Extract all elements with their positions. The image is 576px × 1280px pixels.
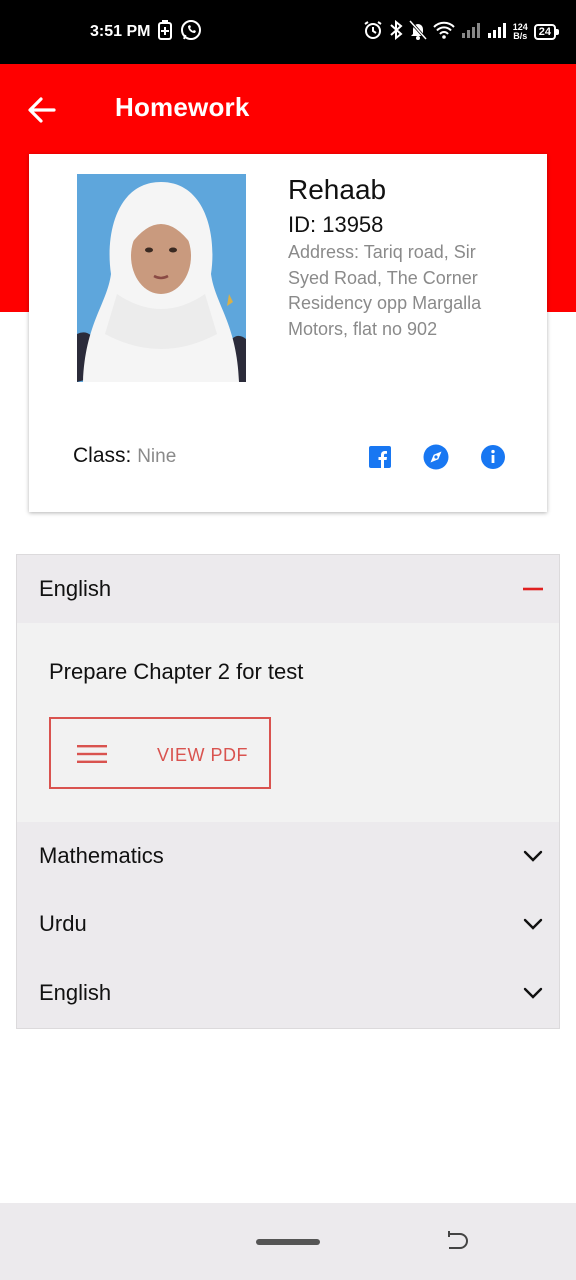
back-button[interactable] — [22, 90, 62, 130]
status-time: 3:51 PM — [90, 23, 151, 40]
wifi-icon — [433, 21, 455, 44]
subject-title: Mathematics — [39, 843, 164, 868]
signal-icon — [461, 21, 481, 44]
accordion-header-english[interactable]: English — [17, 555, 559, 623]
mute-icon — [408, 19, 427, 45]
accordion-header-mathematics[interactable]: Mathematics — [17, 822, 559, 890]
accordion-body-english: Prepare Chapter 2 for test VIEW PDF — [17, 623, 559, 822]
homework-screen: 3:51 PM 124 B/s 24 Homework Rehaab ID: 1… — [0, 0, 576, 1280]
student-id: ID: 13958 — [288, 212, 384, 237]
back-icon[interactable] — [443, 1229, 471, 1257]
netspeed-unit: B/s — [513, 31, 528, 41]
minus-icon[interactable] — [521, 577, 545, 601]
view-pdf-label: VIEW PDF — [157, 745, 249, 765]
class-value: Nine — [137, 446, 177, 467]
view-pdf-button[interactable]: VIEW PDF — [49, 717, 271, 789]
chevron-down-icon[interactable] — [521, 912, 545, 936]
accordion-header-english-2[interactable]: English — [17, 959, 559, 1027]
homework-text: Prepare Chapter 2 for test — [49, 659, 304, 684]
arrow-left-icon — [28, 97, 56, 123]
whatsapp-icon — [180, 19, 202, 46]
info-icon[interactable] — [480, 444, 506, 470]
accordion-header-urdu[interactable]: Urdu — [17, 890, 559, 958]
bluetooth-icon — [389, 19, 403, 45]
subject-title: English — [39, 576, 112, 601]
subject-title: English — [39, 980, 112, 1005]
facebook-icon[interactable] — [367, 444, 393, 470]
network-speed: 124 B/s — [513, 23, 528, 41]
system-nav-bar — [0, 1203, 576, 1280]
profile-actions — [367, 443, 506, 471]
subject-title: Urdu — [39, 911, 87, 936]
chevron-down-icon[interactable] — [521, 844, 545, 868]
status-left: 3:51 PM — [90, 19, 202, 46]
student-photo — [77, 174, 246, 382]
app-bar: Homework — [0, 64, 576, 154]
compass-icon[interactable] — [423, 444, 449, 470]
chevron-down-icon[interactable] — [521, 981, 545, 1005]
page-title: Homework — [115, 92, 250, 122]
battery-saver-icon — [158, 19, 173, 45]
student-name: Rehaab — [288, 174, 387, 205]
class-label: Class: — [73, 444, 132, 467]
alarm-icon — [363, 20, 383, 45]
signal-icon — [487, 21, 507, 44]
battery-indicator: 24 — [533, 24, 560, 40]
home-pill[interactable] — [256, 1239, 320, 1245]
subjects-accordion: English Prepare Chapter 2 for test VIEW … — [16, 554, 560, 1029]
menu-icon — [77, 745, 107, 763]
student-address: Address: Tariq road, Sir Syed Road, The … — [288, 242, 482, 339]
status-bar: 3:51 PM 124 B/s 24 — [0, 0, 576, 64]
student-profile-card: Rehaab ID: 13958 Address: Tariq road, Si… — [29, 154, 547, 512]
status-right: 124 B/s 24 — [363, 18, 560, 46]
class-row: Class: Nine — [73, 444, 176, 468]
